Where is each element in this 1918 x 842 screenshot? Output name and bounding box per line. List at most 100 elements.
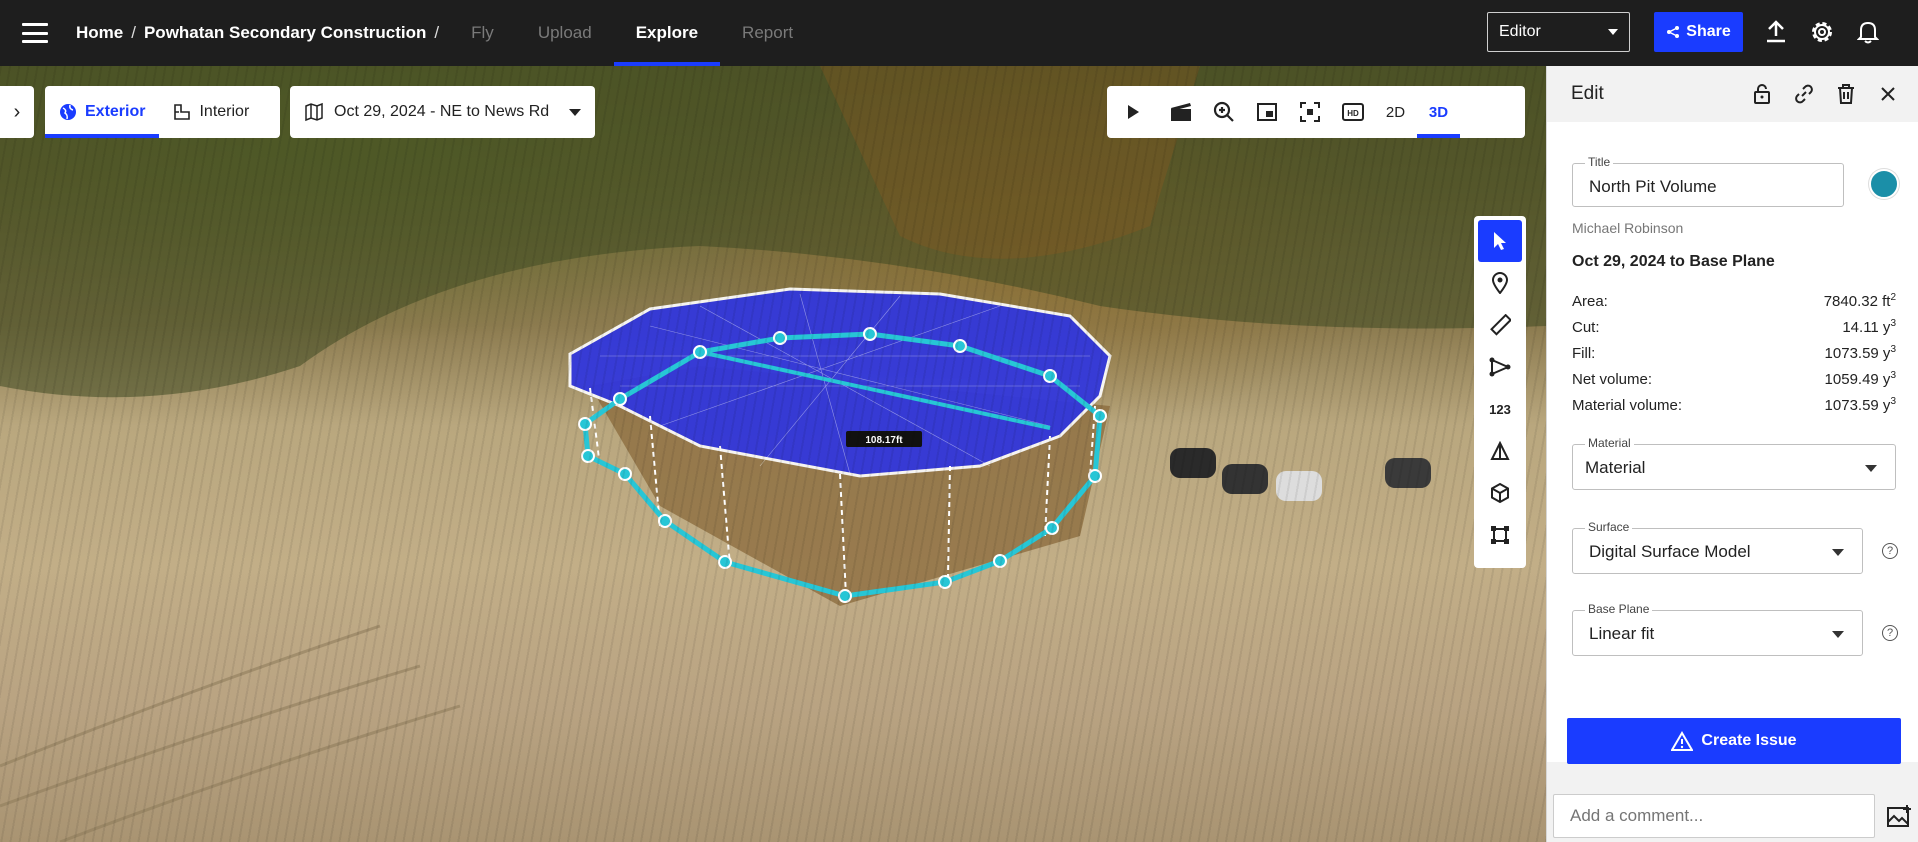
map-viewport[interactable]: 108.17ft › Exterior Interior Oct 29, 202… [0, 66, 1546, 842]
hd-icon[interactable]: HD [1331, 86, 1374, 138]
map-icon [305, 102, 323, 122]
author-name: Michael Robinson [1572, 220, 1684, 236]
tab-exterior-label: Exterior [85, 103, 146, 120]
upload-icon[interactable] [1762, 18, 1790, 46]
share-label: Share [1686, 23, 1731, 40]
metric-value: 14.11 y3 [1842, 318, 1896, 336]
material-select-label: Material [1585, 436, 1634, 450]
link-icon[interactable] [1792, 82, 1816, 106]
comment-input[interactable] [1553, 794, 1875, 838]
volume-measurement-overlay: 108.17ft [0, 66, 1546, 842]
crop-icon[interactable] [1478, 514, 1522, 556]
zoom-icon[interactable] [1202, 86, 1245, 138]
metric-row: Area: 7840.32 ft2 [1572, 288, 1896, 314]
metric-label: Cut: [1572, 318, 1600, 336]
material-select[interactable]: Material Material [1572, 436, 1896, 490]
nav-tabs: Fly Upload Explore Report [449, 0, 815, 66]
cone-icon[interactable] [1478, 430, 1522, 472]
play-icon[interactable] [1107, 86, 1159, 138]
breadcrumb-home[interactable]: Home [76, 23, 123, 43]
metric-row: Cut: 14.11 y3 [1572, 314, 1896, 340]
top-bar: Home / Powhatan Secondary Construction /… [0, 0, 1918, 66]
tab-exterior[interactable]: Exterior [45, 86, 160, 138]
comparison-title: Oct 29, 2024 to Base Plane [1572, 253, 1775, 270]
metric-label: Fill: [1572, 344, 1596, 362]
menu-icon[interactable] [22, 23, 48, 43]
edit-panel: Edit Title North Pit Volume Michael Robi… [1546, 66, 1918, 842]
base-plane-select-label: Base Plane [1585, 602, 1653, 616]
tab-upload[interactable]: Upload [516, 0, 614, 66]
drawing-toolbar: 123 [1474, 216, 1526, 568]
create-issue-button[interactable]: Create Issue [1567, 718, 1901, 764]
breadcrumb-project[interactable]: Powhatan Secondary Construction [144, 23, 426, 43]
globe-icon [60, 104, 76, 120]
breadcrumb-separator: / [434, 23, 440, 42]
cube-icon[interactable] [1478, 472, 1522, 514]
color-swatch[interactable] [1869, 169, 1899, 199]
volume-metrics: Area: 7840.32 ft2 Cut: 14.11 y3 Fill: 10… [1572, 288, 1896, 418]
add-image-icon[interactable] [1883, 801, 1915, 833]
close-icon[interactable] [1876, 82, 1900, 106]
share-button[interactable]: Share [1654, 12, 1743, 52]
fullscreen-icon[interactable] [1288, 86, 1331, 138]
tab-report[interactable]: Report [720, 0, 815, 66]
base-plane-help-icon[interactable]: ? [1882, 625, 1898, 641]
mode-3d-button[interactable]: 3D [1417, 86, 1460, 138]
numbers-icon[interactable]: 123 [1478, 388, 1522, 430]
polyline-icon[interactable] [1478, 346, 1522, 388]
measure-label: 108.17ft [865, 435, 903, 446]
surface-help-icon[interactable]: ? [1882, 543, 1898, 559]
chevron-down-icon [1608, 29, 1618, 35]
capture-date-select[interactable]: Oct 29, 2024 - NE to News Rd [290, 86, 595, 138]
chevron-down-icon [569, 108, 581, 116]
panel-body: Title North Pit Volume Michael Robinson … [1547, 122, 1918, 762]
tab-fly[interactable]: Fly [449, 0, 516, 66]
cursor-icon[interactable] [1478, 220, 1522, 262]
chevron-down-icon [1832, 549, 1844, 556]
gear-icon[interactable] [1808, 18, 1836, 46]
tab-explore[interactable]: Explore [613, 0, 721, 66]
metric-row: Material volume: 1073.59 y3 [1572, 392, 1896, 418]
bell-icon[interactable] [1854, 18, 1882, 46]
metric-label: Net volume: [1572, 370, 1653, 388]
ruler-icon[interactable] [1478, 304, 1522, 346]
metric-value: 1073.59 y3 [1824, 396, 1896, 414]
share-icon [1667, 26, 1680, 38]
metric-value: 1059.49 y3 [1824, 370, 1896, 388]
title-field[interactable]: Title North Pit Volume [1572, 155, 1844, 207]
tab-interior[interactable]: Interior [159, 86, 263, 138]
capture-date-value: Oct 29, 2024 - NE to News Rd [334, 103, 550, 120]
pin-icon[interactable] [1478, 262, 1522, 304]
metric-label: Material volume: [1572, 396, 1683, 414]
metric-row: Fill: 1073.59 y3 [1572, 340, 1896, 366]
base-plane-select[interactable]: Base Plane Linear fit [1572, 602, 1863, 656]
lock-icon[interactable] [1750, 82, 1774, 106]
minimap-icon[interactable] [1245, 86, 1288, 138]
role-select[interactable]: Editor [1487, 12, 1630, 52]
svg-text:HD: HD [1347, 109, 1359, 118]
material-select-value: Material [1585, 458, 1646, 477]
breadcrumb-separator: / [131, 23, 136, 42]
trash-icon[interactable] [1834, 82, 1858, 106]
surface-select[interactable]: Surface Digital Surface Model [1572, 520, 1863, 574]
warning-icon [1671, 731, 1694, 751]
floorplan-icon [174, 104, 191, 120]
title-field-label: Title [1585, 155, 1614, 169]
vehicle [1385, 458, 1431, 488]
exterior-interior-toggle: Exterior Interior [45, 86, 280, 138]
vehicle [1276, 471, 1322, 501]
metric-label: Area: [1572, 292, 1608, 310]
chevron-down-icon [1865, 465, 1877, 472]
surface-select-label: Surface [1585, 520, 1633, 534]
mode-2d-button[interactable]: 2D [1374, 86, 1417, 138]
panel-title: Edit [1571, 83, 1604, 104]
metric-row: Net volume: 1059.49 y3 [1572, 366, 1896, 392]
title-field-value: North Pit Volume [1589, 177, 1717, 196]
view-toolbar: HD 2D 3D [1107, 86, 1525, 138]
base-plane-select-value: Linear fit [1589, 624, 1655, 643]
vehicle [1222, 464, 1268, 494]
surface-select-value: Digital Surface Model [1589, 542, 1751, 561]
clapperboard-icon[interactable] [1159, 86, 1202, 138]
expand-sidebar-button[interactable]: › [0, 86, 34, 138]
metric-value: 7840.32 ft2 [1823, 292, 1896, 310]
